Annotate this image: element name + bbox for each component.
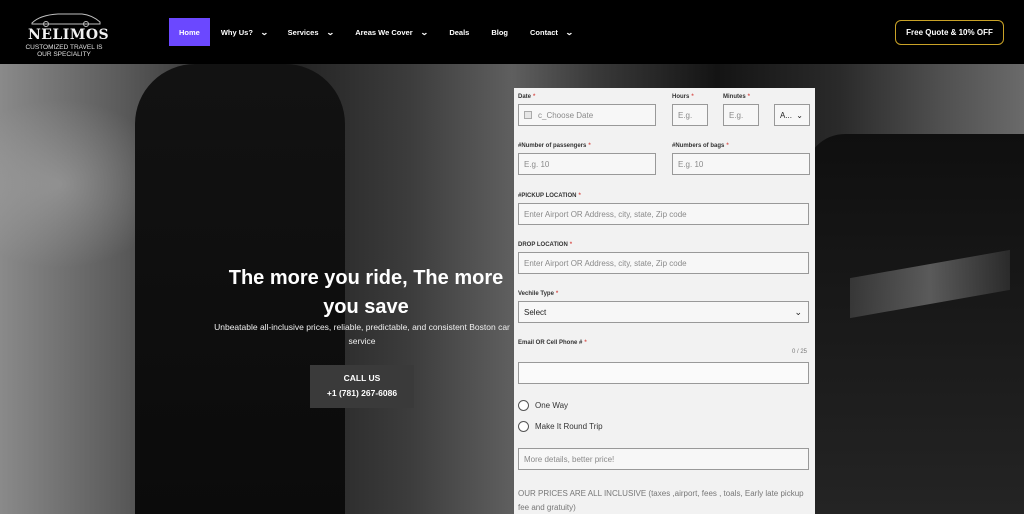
nav-why-us-label: Why Us?: [220, 27, 253, 37]
hero-subtitle: Unbeatable all-inclusive prices, reliabl…: [214, 322, 510, 346]
chevron-down-icon: ⌄: [564, 27, 574, 37]
vehicle-label: Vechile Type *: [518, 291, 558, 297]
one-way-label: One Way: [535, 401, 569, 410]
drop-placeholder: Enter Airport OR Address, city, state, Z…: [524, 258, 687, 268]
bags-label: #Numbers of bags *: [672, 143, 729, 149]
required-mark: *: [691, 94, 694, 100]
nav-contact-label: Contact: [530, 27, 558, 37]
drop-label: DROP LOCATION *: [518, 242, 572, 248]
passengers-placeholder: E.g. 10: [524, 159, 550, 169]
round-trip-radio[interactable]: Make It Round Trip: [518, 421, 603, 432]
call-us-phone: +1 (781) 267-6086: [326, 388, 398, 398]
bags-field[interactable]: E.g. 10: [672, 153, 810, 175]
call-us-button[interactable]: CALL US +1 (781) 267-6086: [310, 365, 414, 408]
nav-home[interactable]: Home: [169, 18, 210, 46]
quote-form: Date * c_Choose Date Hours * E.g. Minutes *…: [514, 88, 815, 514]
nav-blog-label: Blog: [491, 27, 508, 37]
minutes-field[interactable]: E.g.: [723, 104, 759, 126]
pickup-location-field[interactable]: Enter Airport OR Address, city, state, Z…: [518, 203, 809, 225]
hero-title: The more you ride, The more you save: [228, 267, 504, 318]
details-field[interactable]: More details, better price!: [518, 448, 809, 470]
minutes-placeholder: E.g.: [729, 110, 744, 120]
chevron-down-icon: ⌄: [259, 27, 269, 37]
hours-placeholder: E.g.: [678, 110, 693, 120]
nav-areas-label: Areas We Cover: [355, 27, 413, 37]
pickup-placeholder: Enter Airport OR Address, city, state, Z…: [524, 209, 687, 219]
required-mark: *: [555, 291, 559, 297]
passengers-label-text: #Number of passengers: [518, 143, 587, 149]
details-placeholder: More details, better price!: [524, 454, 615, 464]
one-way-radio[interactable]: One Way: [518, 400, 568, 411]
logo-tagline-line-1: CUSTOMIZED TRAVEL IS: [25, 44, 103, 51]
radio-circle-icon: [518, 421, 529, 432]
chevron-down-icon: ⌄: [796, 110, 803, 120]
ampm-select[interactable]: A... ⌄: [774, 104, 810, 126]
nav-why-us[interactable]: Why Us? ⌄: [220, 18, 269, 46]
nav-contact[interactable]: Contact ⌄: [530, 18, 574, 46]
bags-placeholder: E.g. 10: [678, 159, 704, 169]
nav-deals-label: Deals: [449, 27, 470, 37]
required-mark: *: [569, 242, 573, 248]
drop-label-text: DROP LOCATION: [518, 242, 568, 248]
nav-areas-we-cover[interactable]: Areas We Cover ⌄: [355, 18, 429, 46]
nav-blog[interactable]: Blog: [491, 18, 508, 46]
drop-location-field[interactable]: Enter Airport OR Address, city, state, Z…: [518, 252, 809, 274]
hero-section: The more you ride, The more you save Unb…: [0, 64, 1024, 514]
chevron-down-icon: ⌄: [794, 306, 802, 317]
pickup-label-text: #PICKUP LOCATION: [518, 193, 577, 199]
required-mark: *: [578, 193, 581, 199]
required-mark: *: [588, 143, 591, 149]
nav-services[interactable]: Services ⌄: [287, 18, 335, 46]
nav-home-label: Home: [179, 27, 200, 37]
hours-field[interactable]: E.g.: [672, 104, 708, 126]
required-mark: *: [533, 94, 536, 100]
minutes-label: Minutes *: [723, 94, 750, 100]
chevron-down-icon: ⌄: [419, 27, 429, 37]
nelimos-logo[interactable]: NELIMOS CUSTOMIZED TRAVEL IS OUR SPECIAL…: [22, 3, 109, 63]
pricing-note: OUR PRICES ARE ALL INCLUSIVE (taxes ,air…: [518, 489, 804, 512]
minutes-label-text: Minutes: [723, 94, 746, 100]
ampm-value: A...: [780, 110, 793, 120]
date-label-text: Date: [518, 94, 532, 100]
logo-tagline: CUSTOMIZED TRAVEL IS OUR SPECIALITY: [24, 44, 104, 58]
passengers-field[interactable]: E.g. 10: [518, 153, 656, 175]
character-counter: 0 / 25: [792, 349, 808, 355]
call-us-label: CALL US: [343, 373, 381, 383]
vehicle-type-select[interactable]: Select ⌄: [518, 301, 809, 323]
date-label: Date *: [518, 94, 535, 100]
limo-car-icon: [31, 13, 101, 27]
required-mark: *: [584, 340, 587, 346]
vehicle-value: Select: [524, 307, 547, 317]
main-nav: Home Why Us? ⌄ Services ⌄ Areas We Cover ⌄ …: [169, 18, 574, 46]
passengers-label: #Number of passengers *: [518, 143, 591, 149]
logo-name: NELIMOS: [28, 27, 110, 43]
round-trip-label: Make It Round Trip: [535, 422, 603, 431]
required-mark: *: [726, 143, 729, 149]
email-or-phone-field[interactable]: [518, 362, 809, 384]
radio-circle-icon: [518, 400, 529, 411]
calendar-icon: [524, 111, 532, 119]
logo-tagline-line-2: OUR SPECIALITY: [37, 51, 91, 58]
required-mark: *: [747, 94, 751, 100]
vehicle-label-text: Vechile Type: [518, 291, 554, 297]
pickup-label: #PICKUP LOCATION *: [518, 193, 581, 199]
date-placeholder: c_Choose Date: [538, 110, 594, 120]
hours-label-text: Hours: [672, 94, 690, 100]
nav-deals[interactable]: Deals: [449, 18, 469, 46]
hours-label: Hours *: [672, 94, 694, 100]
free-quote-button[interactable]: Free Quote & 10% OFF: [895, 20, 1004, 45]
chevron-down-icon: ⌄: [325, 27, 335, 37]
site-header: NELIMOS CUSTOMIZED TRAVEL IS OUR SPECIAL…: [0, 0, 1024, 64]
contact-label: Email OR Cell Phone # *: [518, 340, 587, 346]
nav-services-label: Services: [287, 27, 319, 37]
contact-label-text: Email OR Cell Phone #: [518, 340, 583, 346]
bags-label-text: #Numbers of bags: [672, 143, 725, 149]
hero-background-car: [805, 134, 1024, 514]
date-field[interactable]: c_Choose Date: [518, 104, 656, 126]
